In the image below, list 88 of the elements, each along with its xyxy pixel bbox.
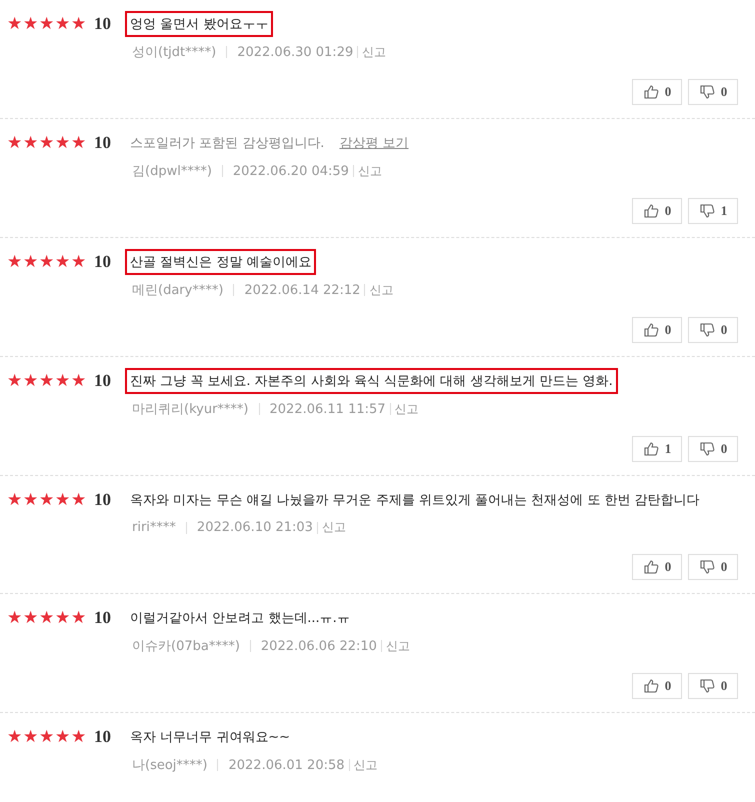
- star-icon: ★: [71, 728, 87, 746]
- thumbs-down-icon: [698, 441, 715, 457]
- star-icon: ★: [55, 134, 71, 152]
- like-button[interactable]: 0: [632, 673, 682, 699]
- star-icon: ★: [55, 16, 71, 32]
- review-date: 2022.06.14 22:12: [244, 282, 360, 298]
- star-icon: ★: [39, 728, 55, 746]
- thumbs-up-icon: [642, 203, 659, 219]
- review-date: 2022.06.20 04:59: [232, 164, 349, 178]
- score: 10: [94, 252, 111, 272]
- thumbs-up-icon: [642, 322, 659, 338]
- thumbs-down-icon: [698, 559, 715, 575]
- star-icon: ★: [55, 372, 71, 390]
- review-date: 2022.06.10 21:03: [196, 520, 313, 535]
- dislike-button[interactable]: 0: [688, 436, 738, 462]
- star-icon: ★: [55, 254, 71, 270]
- thumbs-down-icon: [698, 678, 715, 694]
- star-icon: ★: [71, 134, 87, 152]
- star-icon: ★: [71, 16, 87, 32]
- author-name: 나(seoj****): [132, 757, 208, 774]
- author-name: 이슈카(07ba****): [132, 638, 240, 655]
- review-text: 이럴거같아서 안보려고 했는데...ㅠ.ㅠ: [129, 610, 351, 628]
- thumbs-up-icon: [642, 84, 659, 100]
- dislike-button[interactable]: 0: [688, 673, 738, 699]
- star-icon: ★: [39, 134, 55, 152]
- thumbs-down-icon: [698, 322, 715, 338]
- star-icon: ★: [7, 16, 23, 32]
- review-text: 옥자와 미자는 무슨 얘길 나눴을까 무거운 주제를 위트있게 풀어내는 천재성에 또 한번 감탄합니다: [129, 492, 701, 510]
- thumbs-up-icon: [642, 559, 659, 575]
- star-icon: ★: [39, 372, 55, 390]
- star-icon: ★: [7, 134, 23, 152]
- thumbs-up-icon: [642, 441, 659, 457]
- star-icon: ★: [23, 728, 39, 746]
- review-text: 옥자 너무너무 귀여워요~~: [129, 729, 292, 747]
- dislike-button[interactable]: 0: [688, 317, 738, 343]
- star-icon: ★: [7, 610, 23, 626]
- like-button[interactable]: 0: [632, 317, 682, 343]
- thumbs-down-icon: [698, 84, 715, 100]
- star-icon: ★: [39, 16, 55, 32]
- star-icon: ★: [23, 492, 39, 508]
- spoiler-notice: 스포일러가 포함된 감상평입니다.: [129, 135, 326, 153]
- like-button[interactable]: 0: [632, 79, 682, 105]
- star-icon: ★: [23, 372, 39, 390]
- star-icon: ★: [7, 372, 23, 390]
- star-icon: ★: [23, 16, 39, 32]
- star-icon: ★: [71, 610, 87, 626]
- star-icon: ★: [23, 610, 39, 626]
- score: 10: [94, 608, 111, 628]
- review-date: 2022.06.30 01:29: [237, 44, 354, 60]
- author-name: 성이(tjdt****): [132, 44, 216, 61]
- star-icon: ★: [39, 492, 55, 508]
- score: 10: [94, 133, 111, 153]
- dislike-button[interactable]: 0: [688, 554, 738, 580]
- review-date: 2022.06.11 11:57: [270, 402, 386, 416]
- author-name: 메린(dary****): [132, 282, 224, 299]
- score: 10: [94, 371, 111, 391]
- review-date: 2022.06.01 20:58: [228, 758, 345, 772]
- review-text: 엉엉 울면서 봤어요ㅜㅜ: [125, 11, 274, 37]
- review-text: 진짜 그냥 꼭 보세요. 자본주의 사회와 육식 식문화에 대해 생각해보게 만드는 영화.: [125, 368, 618, 394]
- star-icon: ★: [23, 254, 39, 270]
- author-name: 마리퀴리(kyur****): [132, 401, 248, 418]
- score: 10: [94, 727, 111, 747]
- score: 10: [94, 14, 111, 34]
- author-name: 김(dpwl****): [132, 163, 212, 180]
- star-icon: ★: [39, 254, 55, 270]
- star-icon: ★: [7, 254, 23, 270]
- like-button[interactable]: 0: [632, 198, 682, 224]
- dislike-button[interactable]: 0: [688, 79, 738, 105]
- author-name: riri****: [132, 520, 176, 535]
- like-button[interactable]: 0: [632, 554, 682, 580]
- star-icon: ★: [71, 372, 87, 390]
- thumbs-down-icon: [698, 203, 715, 219]
- thumbs-up-icon: [642, 678, 659, 694]
- show-review-link[interactable]: 감상평 보기: [339, 134, 409, 152]
- star-icon: ★: [55, 610, 71, 626]
- star-icon: ★: [23, 134, 39, 152]
- star-icon: ★: [55, 492, 71, 508]
- star-icon: ★: [71, 254, 87, 270]
- star-icon: ★: [7, 728, 23, 746]
- dislike-button[interactable]: 1: [688, 198, 738, 224]
- star-icon: ★: [71, 492, 87, 508]
- review-text: 산골 절벽신은 정말 예술이에요: [125, 249, 316, 275]
- star-icon: ★: [55, 728, 71, 746]
- like-button[interactable]: 1: [632, 436, 682, 462]
- star-icon: ★: [7, 492, 23, 508]
- review-date: 2022.06.06 22:10: [260, 638, 377, 654]
- star-icon: ★: [39, 610, 55, 626]
- score: 10: [94, 490, 111, 510]
